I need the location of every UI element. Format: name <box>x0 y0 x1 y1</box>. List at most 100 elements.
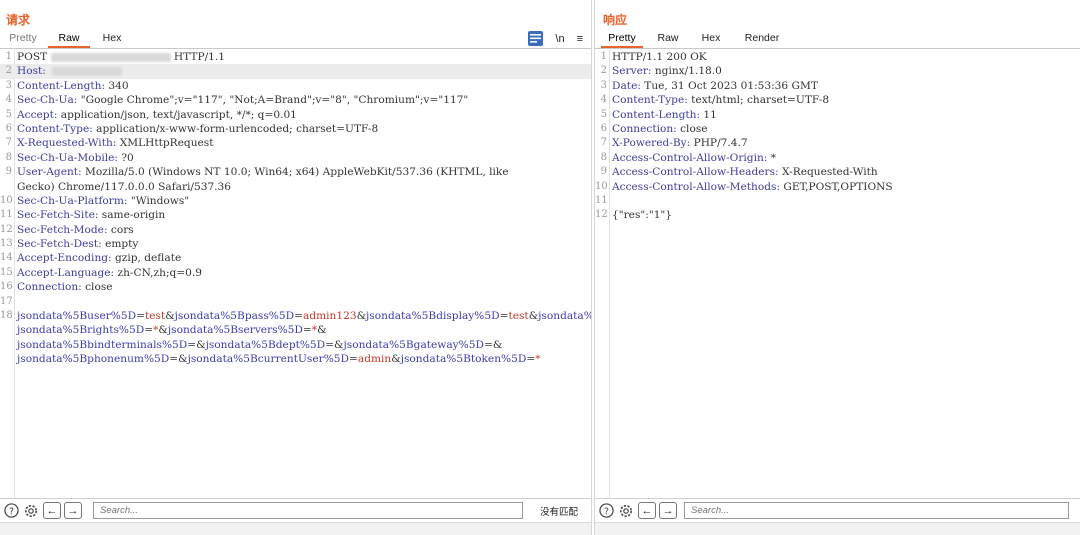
line-content: Access-Control-Allow-Origin: * <box>612 151 1076 165</box>
header-value: X-Requested-With <box>778 166 878 179</box>
help-icon[interactable]: ? <box>3 503 19 519</box>
param-value: admin123 <box>303 310 357 323</box>
svg-text:?: ? <box>9 506 14 517</box>
arrow-right-icon[interactable]: → <box>659 502 677 519</box>
response-tab-render[interactable]: Render <box>737 30 787 48</box>
arrow-left-icon[interactable]: ← <box>43 502 61 519</box>
format-icon[interactable] <box>528 31 544 46</box>
line-content: Access-Control-Allow-Headers: X-Requeste… <box>612 165 1076 179</box>
response-title: 响应 <box>603 13 628 27</box>
line-number: 14 <box>0 252 13 264</box>
param-equals: = <box>325 338 335 351</box>
request-line-continuation: Gecko) Chrome/117.0.0.0 Safari/537.36 <box>0 180 591 194</box>
request-body-line: 18 jsondata%5Buser%5D=test&jsondata%5Bpas… <box>0 309 591 323</box>
line-number: 2 <box>600 65 607 77</box>
line-number: 6 <box>5 122 12 134</box>
response-line: 9 Access-Control-Allow-Headers: X-Request… <box>595 165 1080 179</box>
line-content: Sec-Fetch-Site: same-origin <box>17 208 587 222</box>
response-tab-hex[interactable]: Hex <box>693 30 729 48</box>
param-equals: = <box>483 338 493 351</box>
request-line: 10 Sec-Ch-Ua-Platform: "Windows" <box>0 194 591 208</box>
line-content: Sec-Ch-Ua-Mobile: ?0 <box>17 151 587 165</box>
line-content: Server: nginx/1.18.0 <box>612 64 1076 78</box>
status-strip <box>0 522 591 535</box>
header-value: Tue, 31 Oct 2023 01:53:36 GMT <box>640 79 818 92</box>
request-tab-raw[interactable]: Raw <box>48 30 90 48</box>
header-value: XMLHttpRequest <box>116 137 214 150</box>
response-line: 10 Access-Control-Allow-Methods: GET,POST… <box>595 180 1080 194</box>
request-body-content: jsondata%5Bphonenum%5D=&jsondata%5Bcurre… <box>17 352 587 366</box>
param-equals: = <box>187 338 197 351</box>
menu-icon[interactable]: ≡ <box>577 31 583 47</box>
request-line: 5 Accept: application/json, text/javascri… <box>0 108 591 122</box>
request-line: 16 Connection: close <box>0 280 591 294</box>
response-tabs: Pretty Raw Hex Render <box>595 30 1080 49</box>
request-line: 12 Sec-Fetch-Mode: cors <box>0 223 591 237</box>
arrow-right-icon[interactable]: → <box>64 502 82 519</box>
param-equals: = <box>294 310 303 323</box>
header-name: Host: <box>17 65 46 78</box>
arrow-left-icon[interactable]: ← <box>638 502 656 519</box>
request-search-input[interactable] <box>93 502 523 519</box>
status-line: {"res":"1"} <box>612 209 673 222</box>
line-number: 7 <box>600 137 607 149</box>
param-key: jsondata%5Brole%5D <box>538 310 591 323</box>
param-key: jsondata%5Buser%5D <box>17 310 137 323</box>
status-strip <box>595 522 1080 535</box>
header-name: Sec-Ch-Ua: <box>17 94 78 107</box>
help-icon[interactable]: ? <box>598 503 614 519</box>
header-value: nginx/1.18.0 <box>651 65 722 78</box>
line-number: 12 <box>595 209 608 221</box>
response-line: 4 Content-Type: text/html; charset=UTF-8 <box>595 93 1080 107</box>
request-body-content: jsondata%5Brights%5D=*&jsondata%5Bserver… <box>17 323 587 337</box>
param-value: * <box>535 353 541 366</box>
line-number: 11 <box>0 209 13 221</box>
param-value: admin <box>357 353 392 366</box>
request-line: 15 Accept-Language: zh-CN,zh;q=0.9 <box>0 266 591 280</box>
param-key: jsondata%5Btoken%5D <box>400 353 527 366</box>
line-number: 13 <box>0 238 13 250</box>
header-value: GET,POST,OPTIONS <box>780 180 893 193</box>
line-content: X-Powered-By: PHP/7.4.7 <box>612 136 1076 150</box>
line-number: 18 <box>0 310 13 322</box>
line-content: Accept: application/json, text/javascrip… <box>17 108 587 122</box>
request-editor[interactable]: 1 POST HTTP/1.1 2 Host: 3 Content-Length: 340… <box>0 50 591 498</box>
header-name: Access-Control-Allow-Methods: <box>612 180 781 193</box>
settings-gear-icon[interactable] <box>23 503 39 519</box>
response-pane: 响应 Pretty Raw Hex Render 1 HTTP/1.1 200 O… <box>594 0 1080 535</box>
header-value: empty <box>101 238 139 251</box>
header-value: application/x-www-form-urlencoded; chars… <box>92 122 379 135</box>
header-name: Date: <box>612 79 641 92</box>
line-number: 12 <box>0 223 13 235</box>
line-number: 1 <box>5 51 12 62</box>
param-key: jsondata%5Bphonenum%5D <box>17 353 170 366</box>
line-content: Connection: close <box>17 280 587 294</box>
response-tab-pretty[interactable]: Pretty <box>601 30 643 48</box>
response-search-bar: ? ← → <box>595 498 1080 522</box>
newline-toggle-button[interactable]: \n <box>555 31 564 47</box>
param-key: jsondata%5BcurrentUser%5D <box>187 353 349 366</box>
header-name: Accept-Encoding: <box>17 252 112 265</box>
param-equals: = <box>169 353 179 366</box>
header-name: Sec-Fetch-Dest: <box>17 238 102 251</box>
header-value: * <box>767 151 777 164</box>
param-key: jsondata%5Bbindterminals%5D <box>17 338 188 351</box>
header-value: 340 <box>105 79 129 92</box>
line-content: Host: <box>17 64 587 78</box>
param-equals: = <box>526 353 536 366</box>
header-value: close <box>676 122 708 135</box>
response-editor[interactable]: 1 HTTP/1.1 200 OK 2 Server: nginx/1.18.0 3 Da… <box>595 50 1080 498</box>
request-line: 11 Sec-Fetch-Site: same-origin <box>0 208 591 222</box>
line-content: {"res":"1"} <box>612 208 1076 222</box>
response-search-input[interactable] <box>684 502 1069 519</box>
request-tab-pretty[interactable]: Pretty <box>2 30 44 48</box>
line-number: 17 <box>0 295 13 307</box>
header-name: User-Agent: <box>17 166 82 179</box>
param-separator: & <box>528 310 539 323</box>
response-tab-raw[interactable]: Raw <box>649 30 687 48</box>
request-body-line-continuation: jsondata%5Bphonenum%5D=&jsondata%5Bcurre… <box>0 352 591 366</box>
settings-gear-icon[interactable] <box>618 503 634 519</box>
param-equals: = <box>349 353 358 366</box>
line-number: 16 <box>0 281 13 293</box>
request-tab-hex[interactable]: Hex <box>92 30 132 48</box>
